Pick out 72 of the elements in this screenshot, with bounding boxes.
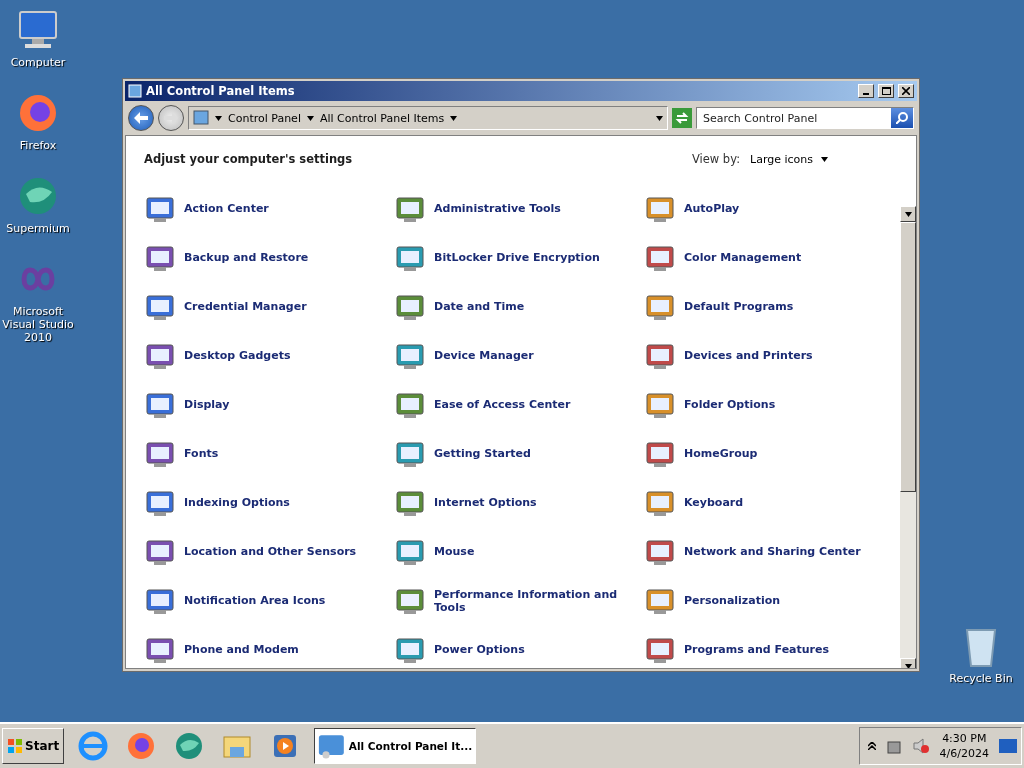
- applet-link[interactable]: Mouse: [394, 535, 475, 568]
- forward-button[interactable]: [158, 105, 184, 131]
- page-heading: Adjust your computer's settings: [144, 152, 354, 166]
- applet-link[interactable]: Getting Started: [394, 437, 531, 470]
- address-bar[interactable]: Control Panel All Control Panel Items: [188, 106, 668, 130]
- applet-link[interactable]: Desktop Gadgets: [144, 339, 291, 372]
- desktop-icon-label[interactable]: Microsoft Visual Studio 2010: [0, 305, 76, 344]
- desktop-icon-label[interactable]: Computer: [10, 56, 66, 69]
- chevron-up-icon[interactable]: [867, 742, 876, 750]
- taskbar-window-button[interactable]: All Control Panel It...: [314, 728, 477, 764]
- applet-link[interactable]: Ease of Access Center: [394, 388, 571, 421]
- applet-link[interactable]: Internet Options: [394, 486, 537, 519]
- applet-link[interactable]: Performance Information and Tools: [394, 584, 624, 617]
- close-icon: [902, 87, 910, 95]
- applet-link[interactable]: Network and Sharing Center: [644, 535, 861, 568]
- applet-link[interactable]: Credential Manager: [144, 290, 307, 323]
- desktop-icon-label[interactable]: Supermium: [6, 222, 70, 235]
- desktop-icon-label[interactable]: Recycle Bin: [949, 672, 1013, 685]
- view-by-dropdown[interactable]: Large icons: [750, 152, 828, 166]
- refresh-icon[interactable]: [672, 108, 692, 128]
- applet-link[interactable]: Notification Area Icons: [144, 584, 326, 617]
- speaker-muted-icon[interactable]: [911, 738, 930, 754]
- window-title: All Control Panel Items: [146, 84, 296, 98]
- applet-link[interactable]: BitLocker Drive Encryption: [394, 241, 600, 274]
- dropdown-caret-icon: [656, 115, 663, 121]
- search-icon: [896, 112, 908, 124]
- back-arrow-icon: [134, 112, 148, 124]
- maximize-button[interactable]: [878, 84, 894, 98]
- close-button[interactable]: [898, 84, 914, 98]
- applet-link[interactable]: Devices and Printers: [644, 339, 813, 372]
- caret-icon: [306, 115, 314, 121]
- applet-link[interactable]: Phone and Modem: [144, 633, 299, 666]
- applet-link[interactable]: Indexing Options: [144, 486, 290, 519]
- breadcrumb-item[interactable]: Control Panel: [228, 111, 314, 125]
- desktop-icon-label[interactable]: Firefox: [19, 139, 57, 152]
- back-button[interactable]: [128, 105, 154, 131]
- applet-link[interactable]: Action Center: [144, 192, 269, 225]
- applet-link[interactable]: Keyboard: [644, 486, 744, 519]
- applet-link[interactable]: Backup and Restore: [144, 241, 309, 274]
- applet-link[interactable]: Location and Other Sensors: [144, 535, 357, 568]
- network-icon[interactable]: [885, 738, 902, 754]
- down-arrow-icon: [904, 663, 912, 668]
- applet-link[interactable]: Administrative Tools: [394, 192, 561, 225]
- caret-icon: [450, 115, 458, 121]
- applet-link[interactable]: Fonts: [144, 437, 219, 470]
- search-button[interactable]: [891, 108, 913, 128]
- applet-link[interactable]: Date and Time: [394, 290, 525, 323]
- caret-icon: [215, 115, 222, 121]
- forward-arrow-icon: [164, 112, 178, 124]
- view-by-label: View by:: [691, 152, 740, 166]
- vertical-scrollbar[interactable]: [900, 206, 916, 668]
- applet-link[interactable]: Default Programs: [644, 290, 794, 323]
- browser-e-icon: [77, 730, 110, 762]
- applet-link[interactable]: Device Manager: [394, 339, 534, 372]
- clock[interactable]: 4:30 PM 4/6/2024: [939, 731, 989, 761]
- applet-link[interactable]: HomeGroup: [644, 437, 758, 470]
- applet-link[interactable]: Personalization: [644, 584, 781, 617]
- maximize-icon: [881, 87, 891, 95]
- caret-icon: [821, 156, 828, 162]
- start-button[interactable]: Start: [2, 728, 65, 764]
- applet-link[interactable]: Folder Options: [644, 388, 776, 421]
- scroll-up-button[interactable]: [900, 206, 916, 222]
- applet-link[interactable]: Power Options: [394, 633, 525, 666]
- search-field[interactable]: Search Control Panel: [696, 107, 914, 129]
- scrollbar-thumb[interactable]: [900, 222, 916, 492]
- applet-link[interactable]: Display: [144, 388, 230, 421]
- applet-link[interactable]: Programs and Features: [644, 633, 830, 666]
- windows-logo-icon: [7, 738, 23, 754]
- minimize-button[interactable]: [858, 84, 874, 98]
- applet-link[interactable]: Color Management: [644, 241, 802, 274]
- breadcrumb-item[interactable]: All Control Panel Items: [319, 111, 458, 125]
- applet-link[interactable]: AutoPlay: [644, 192, 740, 225]
